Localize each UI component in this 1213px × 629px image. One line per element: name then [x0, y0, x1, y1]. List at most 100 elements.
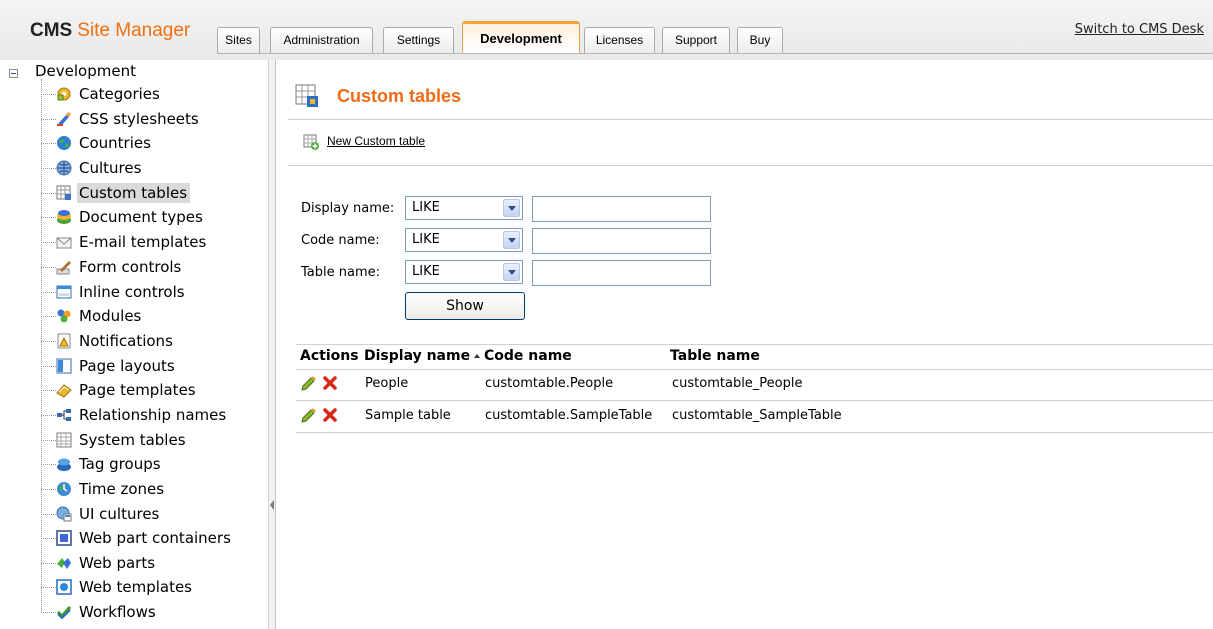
edit-icon[interactable] [301, 375, 317, 391]
pane-splitter[interactable] [268, 60, 276, 629]
custom-tables-icon [56, 185, 71, 200]
cell-table-name: customtable_SampleTable [672, 408, 842, 423]
tree-item-label: Web part containers [79, 529, 231, 547]
tree-item-label: Cultures [79, 159, 142, 177]
tab-licenses[interactable]: Licenses [584, 27, 655, 53]
tree-item-label: Page layouts [79, 357, 175, 375]
show-button[interactable]: Show [405, 292, 525, 320]
time-zones-icon [57, 482, 71, 496]
page-layouts-icon [56, 358, 72, 374]
css-stylesheets-icon [57, 112, 71, 126]
column-header-code-name[interactable]: Code name [484, 348, 572, 364]
tree-item-label: Countries [79, 134, 151, 152]
categories-icon [57, 87, 71, 101]
select-value: LIKE [412, 232, 440, 247]
tab-administration[interactable]: Administration [270, 27, 373, 53]
cell-display-name: People [365, 376, 409, 391]
sort-ascending-icon [474, 354, 481, 358]
delete-icon[interactable] [322, 407, 338, 423]
select-value: LIKE [412, 264, 440, 279]
tree-item-label: Modules [79, 307, 142, 325]
tab-strip-rule [217, 53, 1213, 54]
modules-icon [57, 309, 71, 323]
cell-code-name: customtable.SampleTable [485, 408, 653, 423]
custom-tables-icon [295, 84, 318, 107]
tree-item-label: E-mail templates [79, 233, 207, 251]
tree-item-label: System tables [79, 431, 186, 449]
tree-item-label: Notifications [79, 332, 173, 350]
tab-development[interactable]: Development [462, 21, 580, 53]
cell-code-name: customtable.People [485, 376, 614, 391]
tree-item-label: UI cultures [79, 505, 160, 523]
tree-item-label: Web parts [79, 554, 156, 572]
notifications-icon [57, 333, 71, 349]
collapse-pane-arrow-icon[interactable] [270, 500, 274, 510]
title-divider [288, 119, 1213, 120]
select-value: LIKE [412, 200, 440, 215]
column-header-actions: Actions [300, 348, 359, 364]
display-name-operator-select[interactable]: LIKE [405, 196, 523, 220]
delete-icon[interactable] [322, 375, 338, 391]
filter-label: Table name: [301, 265, 380, 280]
tree-item-label: Time zones [79, 480, 165, 498]
cultures-icon [56, 160, 72, 176]
header-bar: CMS Site Manager Sites Administration Set… [0, 0, 1213, 60]
column-header-label: Display name [364, 348, 471, 364]
web-parts-icon [57, 558, 71, 569]
web-templates-icon [56, 579, 72, 595]
page-title-text: Custom tables [337, 86, 462, 106]
envelope-icon [56, 237, 72, 249]
table-name-filter-input[interactable] [532, 260, 711, 286]
tree-connector-line [41, 79, 42, 613]
tree-item-label: Workflows [79, 603, 156, 621]
ui-cultures-icon [56, 506, 72, 522]
filter-label: Code name: [301, 233, 380, 248]
column-header-table-name[interactable]: Table name [670, 348, 760, 364]
chevron-down-icon[interactable] [503, 199, 520, 217]
new-table-icon [303, 134, 319, 150]
tree-item-label: Categories [79, 85, 160, 103]
collapse-icon[interactable] [9, 69, 18, 78]
globe-icon [57, 136, 71, 150]
display-name-filter-input[interactable] [532, 196, 711, 222]
chevron-down-icon[interactable] [503, 231, 520, 249]
web-part-containers-icon [56, 530, 72, 546]
tree-item-label: Custom tables [77, 183, 191, 203]
page-templates-icon [56, 384, 72, 398]
tab-support[interactable]: Support [662, 27, 730, 53]
cell-table-name: customtable_People [672, 376, 803, 391]
tab-settings[interactable]: Settings [383, 27, 454, 53]
grid-header: Actions Display name Code name Table nam… [296, 344, 1213, 370]
workflows-icon [56, 606, 72, 620]
tag-groups-icon [57, 458, 71, 471]
cell-display-name: Sample table [365, 408, 451, 423]
table-row: Sample table customtable.SampleTable cus… [296, 401, 1213, 433]
tree-item-label: Web templates [79, 578, 192, 596]
tree-item-label: Page templates [79, 381, 196, 399]
code-name-filter-input[interactable] [532, 228, 711, 254]
column-header-display-name[interactable]: Display name [364, 348, 481, 364]
document-types-icon [57, 210, 71, 224]
tab-buy[interactable]: Buy [737, 27, 783, 53]
tree-item-label: Document types [79, 208, 203, 226]
system-tables-icon [56, 432, 72, 448]
tab-sites[interactable]: Sites [217, 27, 260, 53]
table-row: People customtable.People customtable_Pe… [296, 369, 1213, 401]
edit-icon[interactable] [301, 407, 317, 423]
form-controls-icon [56, 261, 71, 275]
chevron-down-icon[interactable] [503, 263, 520, 281]
table-name-operator-select[interactable]: LIKE [405, 260, 523, 284]
relationship-icon [57, 409, 71, 421]
inline-controls-icon [56, 285, 72, 299]
switch-to-cms-desk-link[interactable]: Switch to CMS Desk [1075, 22, 1204, 37]
tree-item-label: Form controls [79, 258, 182, 276]
logo-product: Site Manager [77, 20, 191, 41]
code-name-operator-select[interactable]: LIKE [405, 228, 523, 252]
development-tree: Development Categories CSS stylesheets C… [0, 60, 268, 629]
filter-label: Display name: [301, 201, 395, 216]
tree-item-label: CSS stylesheets [79, 110, 199, 128]
cms-logo: CMS Site Manager [30, 20, 190, 42]
tree-item-label: Inline controls [79, 283, 185, 301]
logo-brand: CMS [30, 20, 73, 41]
tree-item-label: Relationship names [79, 406, 227, 424]
